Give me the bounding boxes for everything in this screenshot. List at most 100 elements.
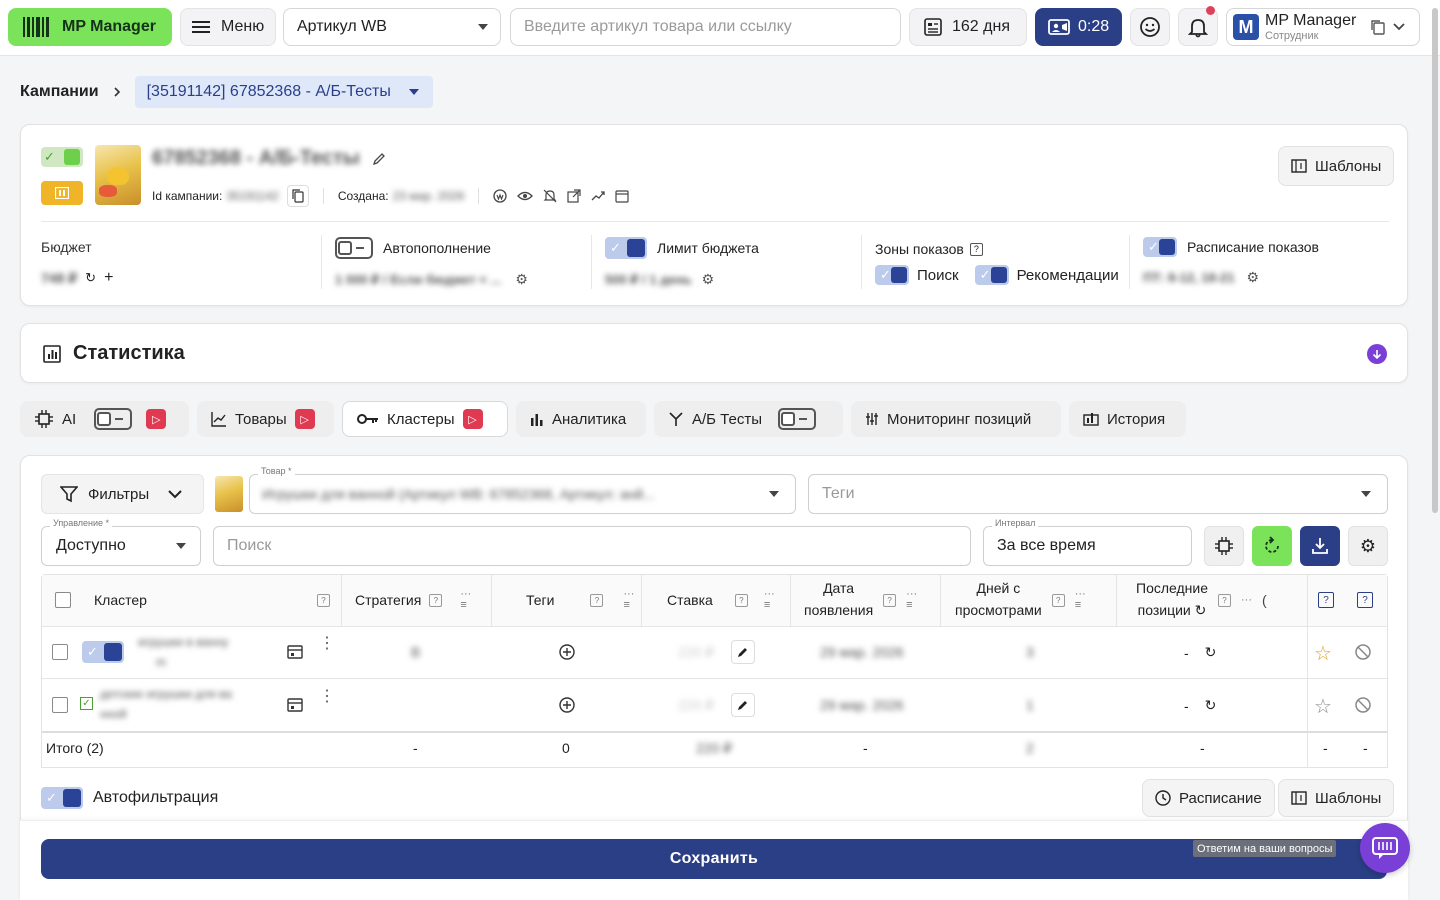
row2-favorite-star[interactable]: ☆ xyxy=(1314,694,1332,719)
plus-icon[interactable]: + xyxy=(104,269,113,287)
row2-checkbox[interactable] xyxy=(52,697,68,713)
save-button[interactable]: Сохранить xyxy=(41,839,1387,879)
video-play-icon[interactable]: ▷ xyxy=(146,409,167,429)
schedule-button[interactable]: Расписание xyxy=(1142,779,1275,817)
help-icon[interactable]: ? xyxy=(317,593,330,607)
tab-history[interactable]: История xyxy=(1069,401,1186,437)
column-menu-icon[interactable]: ··· xyxy=(1241,594,1252,606)
row2-edit-bid-button[interactable] xyxy=(731,693,755,717)
pencil-icon[interactable] xyxy=(372,152,386,166)
ai-chip-button[interactable] xyxy=(1204,526,1244,566)
row1-checkbox[interactable] xyxy=(52,644,68,660)
subscription-days-button[interactable]: 162 дня xyxy=(909,8,1027,46)
scrollbar[interactable] xyxy=(1432,8,1438,513)
col-tags[interactable]: Теги? ··· ≡ xyxy=(526,574,634,626)
refresh-icon[interactable]: ↻ xyxy=(1205,644,1217,661)
filters-button[interactable]: Фильтры xyxy=(41,474,204,514)
menu-button[interactable]: Меню xyxy=(180,8,276,46)
row2-cluster-card-icon[interactable] xyxy=(287,697,303,713)
tab-analytics[interactable]: Аналитика xyxy=(516,401,646,437)
notifications-button[interactable] xyxy=(1178,6,1218,46)
ab-tests-toggle[interactable] xyxy=(778,408,816,430)
video-play-icon[interactable]: ▷ xyxy=(462,409,483,429)
video-play-icon[interactable]: ▷ xyxy=(294,409,315,429)
interval-select[interactable]: Интервал За все время xyxy=(983,518,1192,566)
refresh-icon[interactable]: ↻ xyxy=(1205,697,1217,714)
copy-id-button[interactable] xyxy=(286,185,309,207)
help-icon[interactable]: ? xyxy=(1218,593,1232,607)
trend-icon[interactable] xyxy=(591,189,605,203)
ai-toggle[interactable] xyxy=(94,408,133,430)
settings-button[interactable]: ⚙ xyxy=(1348,526,1388,566)
help-icon[interactable]: ? xyxy=(734,593,748,607)
campaign-select[interactable]: [35191142] 67852368 - А/Б-Тесты xyxy=(134,76,433,108)
cluster-search-input[interactable]: Поиск xyxy=(213,526,971,566)
calendar-icon[interactable] xyxy=(615,189,629,203)
favorite-help-button[interactable]: ? xyxy=(1318,574,1334,626)
bell-off-icon[interactable] xyxy=(543,189,557,203)
autofill-settings-icon[interactable]: ⚙ xyxy=(515,271,528,288)
row2-block-button[interactable] xyxy=(1354,696,1372,714)
row2-more-menu[interactable]: ⋮ xyxy=(319,689,335,705)
external-link-icon[interactable] xyxy=(567,189,581,203)
row1-edit-bid-button[interactable] xyxy=(731,640,755,664)
help-icon[interactable]: ? xyxy=(883,593,897,607)
autofill-toggle[interactable] xyxy=(335,237,373,259)
column-menu-icon[interactable]: ··· ≡ xyxy=(1075,589,1086,611)
profile-button[interactable]: M MP Manager Сотрудник xyxy=(1226,8,1420,46)
control-select[interactable]: Управление * Доступно xyxy=(41,518,201,566)
refresh-icon[interactable]: ↻ xyxy=(1195,602,1207,618)
status-toggle[interactable]: ✓ xyxy=(41,147,83,167)
column-menu-icon[interactable]: ··· ≡ xyxy=(906,589,917,611)
column-menu-icon[interactable]: ··· ≡ xyxy=(623,589,634,611)
templates-button[interactable]: Шаблоны xyxy=(1278,146,1395,186)
refresh-button[interactable] xyxy=(1252,526,1292,566)
tab-ai[interactable]: AI ▷ xyxy=(20,401,189,437)
tab-monitoring[interactable]: Мониторинг позиций xyxy=(851,401,1061,437)
tab-clusters[interactable]: Кластеры ▷ xyxy=(342,401,508,437)
tab-products[interactable]: Товары ▷ xyxy=(197,401,334,437)
wb-icon[interactable] xyxy=(493,189,507,203)
refresh-icon[interactable]: ↻ xyxy=(85,270,96,286)
zone-search-toggle[interactable]: ✓ xyxy=(875,265,909,285)
help-icon[interactable]: ? xyxy=(429,593,443,607)
col-bid[interactable]: Ставка? ··· ≡ xyxy=(667,574,775,626)
footer-templates-button[interactable]: Шаблоны xyxy=(1278,779,1395,817)
row2-add-tag-button[interactable] xyxy=(558,696,576,714)
tags-select[interactable]: Теги xyxy=(808,474,1388,514)
column-menu-icon[interactable]: ··· ≡ xyxy=(764,589,775,611)
breadcrumb-root[interactable]: Кампании xyxy=(20,83,99,101)
limit-toggle[interactable]: ✓ xyxy=(605,237,647,259)
block-help-button[interactable]: ? xyxy=(1357,574,1373,626)
article-search-input[interactable]: Введите артикул товара или ссылку xyxy=(510,8,901,46)
col-strategy[interactable]: Стратегия? ··· ≡ xyxy=(355,574,471,626)
product-select[interactable]: Товар * Игрушки для ванной (Артикул WB: … xyxy=(249,466,796,514)
schedule-toggle[interactable]: ✓ xyxy=(1143,237,1177,257)
info-icon[interactable]: ? xyxy=(969,242,983,256)
col-cluster[interactable]: Кластер? xyxy=(94,574,330,626)
row1-more-menu[interactable]: ⋮ xyxy=(319,636,335,652)
help-icon[interactable]: ? xyxy=(1051,593,1065,607)
limit-settings-icon[interactable]: ⚙ xyxy=(702,271,715,288)
header-select-all[interactable] xyxy=(55,574,71,626)
pause-button[interactable] xyxy=(41,181,83,205)
col-positions[interactable]: Последние позиции ↻ ? ··· ( xyxy=(1136,574,1267,626)
expand-statistics-button[interactable] xyxy=(1367,344,1387,364)
download-button[interactable] xyxy=(1300,526,1340,566)
row1-toggle[interactable]: ✓ xyxy=(82,641,124,663)
zone-recs-toggle[interactable]: ✓ xyxy=(974,265,1009,285)
article-type-select[interactable]: Артикул WB xyxy=(283,8,501,46)
autofilter-toggle[interactable]: ✓ xyxy=(41,787,83,809)
chat-support-button[interactable] xyxy=(1360,823,1410,873)
row1-add-tag-button[interactable] xyxy=(558,643,576,661)
logo[interactable]: MP Manager xyxy=(8,8,172,46)
row1-block-button[interactable] xyxy=(1354,643,1372,661)
emoji-button[interactable] xyxy=(1130,8,1170,46)
row1-favorite-star[interactable]: ☆ xyxy=(1314,641,1332,666)
help-icon[interactable]: ? xyxy=(590,593,604,607)
video-timer-button[interactable]: 0:28 xyxy=(1035,8,1122,46)
statistics-card[interactable]: Статистика xyxy=(20,323,1408,383)
row1-cluster-card-icon[interactable] xyxy=(287,644,303,660)
schedule-settings-icon[interactable]: ⚙ xyxy=(1247,269,1260,286)
col-date[interactable]: Дата появления ? ··· ≡ xyxy=(804,574,917,626)
